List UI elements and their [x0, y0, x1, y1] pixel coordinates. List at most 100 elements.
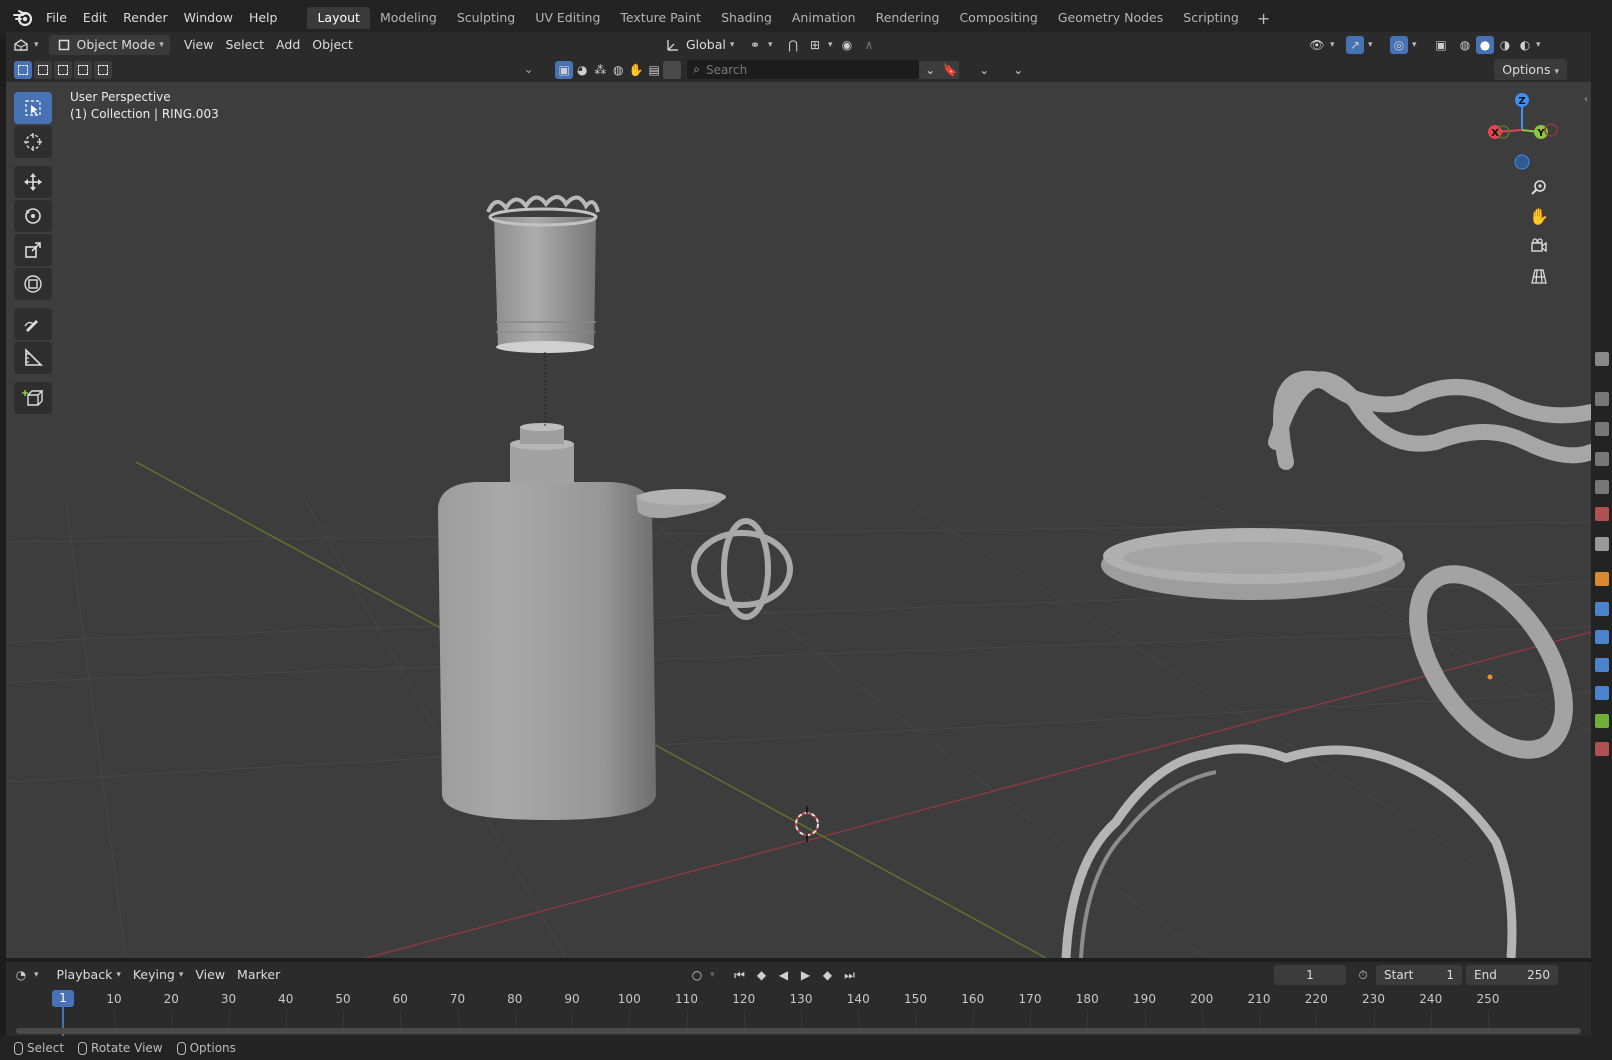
- mode-select[interactable]: Object Mode ▾: [48, 34, 170, 55]
- render-properties-icon[interactable]: [1595, 392, 1609, 406]
- knot-ring-object[interactable]: [691, 518, 793, 620]
- timeline-body[interactable]: 10 20 30 40 50 60 70 80 90 100 110 120 130 140 150 160 1…: [6, 988, 1591, 1036]
- wireframe-shading-icon[interactable]: ◍: [1456, 36, 1474, 54]
- pose-filter-icon[interactable]: ✋: [627, 61, 645, 79]
- snap-toggle[interactable]: ⋂ ⊞ ▾: [778, 35, 839, 55]
- modifier-properties-icon[interactable]: [1595, 602, 1609, 616]
- menu-edit[interactable]: Edit: [75, 0, 115, 36]
- tab-layout[interactable]: Layout: [307, 7, 370, 29]
- tab-shading[interactable]: Shading: [711, 7, 782, 29]
- object-properties-icon[interactable]: [1595, 572, 1609, 586]
- wavy-band-object[interactable]: [1061, 744, 1517, 958]
- menu-window[interactable]: Window: [176, 0, 241, 36]
- editor-type-button[interactable]: ▾: [6, 35, 45, 55]
- timeline-editor-type-button[interactable]: ◔ ▾: [6, 965, 45, 985]
- filter-dropdown-icon[interactable]: ⌄: [919, 60, 942, 79]
- tab-compositing[interactable]: Compositing: [949, 7, 1047, 29]
- visibility-select[interactable]: 👁 ▾: [1302, 35, 1341, 55]
- start-frame-field[interactable]: Start 1: [1376, 965, 1462, 985]
- chevron-down-icon[interactable]: ⌄: [524, 63, 533, 76]
- auto-keying-record-icon[interactable]: ○: [688, 966, 706, 984]
- world-properties-icon[interactable]: [1595, 507, 1609, 521]
- menu-file[interactable]: File: [38, 0, 75, 36]
- transform-orientation-select[interactable]: Global ▾: [658, 35, 740, 55]
- 3d-viewport[interactable]: User Perspective (1) Collection | RING.0…: [6, 82, 1591, 958]
- keying-menu[interactable]: Keying ▾: [127, 965, 190, 985]
- physics-properties-icon[interactable]: [1595, 658, 1609, 672]
- pivot-point-select[interactable]: ⚭ ▾: [740, 35, 779, 55]
- transform-tool-icon[interactable]: [14, 268, 52, 300]
- material-shading-icon[interactable]: ◑: [1496, 36, 1514, 54]
- gizmo-toggle[interactable]: ↗ ▾: [1340, 35, 1379, 55]
- world-filter-icon[interactable]: ◍: [609, 61, 627, 79]
- chevron-down-icon[interactable]: ▾: [1536, 35, 1541, 55]
- rotate-tool-icon[interactable]: [14, 200, 52, 232]
- jump-to-end-icon[interactable]: ⏭: [841, 966, 859, 984]
- jump-to-start-icon[interactable]: ⏮: [731, 966, 749, 984]
- play-icon[interactable]: ▶: [797, 966, 815, 984]
- chevron-down-icon[interactable]: ▾: [710, 970, 715, 980]
- menu-select[interactable]: Select: [219, 35, 270, 55]
- add-cube-tool-icon[interactable]: [14, 382, 52, 414]
- object-filter-icon[interactable]: ▣: [555, 60, 574, 79]
- menu-view[interactable]: View: [178, 35, 220, 55]
- select-box-tool-icon[interactable]: [14, 92, 52, 124]
- node-filter-icon[interactable]: ⁂: [591, 61, 609, 79]
- cursor-tool-icon[interactable]: [14, 126, 52, 158]
- tab-scripting[interactable]: Scripting: [1173, 7, 1249, 29]
- overlays-toggle[interactable]: ◎ ▾: [1384, 35, 1423, 55]
- jump-to-keyframe-back-icon[interactable]: ◆: [753, 966, 771, 984]
- scale-tool-icon[interactable]: [14, 234, 52, 266]
- sidebar-toggle-chevron-icon[interactable]: ‹: [1584, 94, 1588, 105]
- jump-to-keyframe-forward-icon[interactable]: ◆: [819, 966, 837, 984]
- zoom-view-icon[interactable]: [1525, 174, 1553, 202]
- flat-ring-object[interactable]: [1101, 528, 1405, 600]
- select-difference-icon[interactable]: [74, 60, 92, 79]
- material-filter-icon[interactable]: ◕: [573, 61, 591, 79]
- playhead-frame-label[interactable]: 1: [52, 990, 74, 1007]
- rendered-shading-icon[interactable]: ◐: [1516, 36, 1534, 54]
- collection-properties-icon[interactable]: [1595, 537, 1609, 551]
- tab-texture-paint[interactable]: Texture Paint: [610, 7, 711, 29]
- menu-render[interactable]: Render: [115, 0, 176, 36]
- tab-animation[interactable]: Animation: [782, 7, 866, 29]
- library-dropdown-icon[interactable]: ⌄: [975, 61, 993, 79]
- cap-object[interactable]: [486, 195, 600, 427]
- tab-geometry-nodes[interactable]: Geometry Nodes: [1048, 7, 1173, 29]
- ortho-toggle-grid-icon[interactable]: [1525, 262, 1553, 290]
- select-subtract-icon[interactable]: [54, 60, 72, 79]
- constraints-properties-icon[interactable]: [1595, 686, 1609, 700]
- scene-properties-icon[interactable]: [1595, 480, 1609, 494]
- twisted-ring-object[interactable]: [1268, 370, 1591, 470]
- output-properties-icon[interactable]: [1595, 422, 1609, 436]
- solid-shading-icon[interactable]: ●: [1476, 35, 1494, 54]
- select-intersect-icon[interactable]: [94, 60, 112, 79]
- view-layer-properties-icon[interactable]: [1595, 452, 1609, 466]
- camera-view-icon[interactable]: [1525, 232, 1553, 260]
- particles-properties-icon[interactable]: [1595, 630, 1609, 644]
- pan-view-icon[interactable]: ✋: [1525, 202, 1553, 230]
- measure-tool-icon[interactable]: [14, 342, 52, 374]
- catalog-dropdown-icon[interactable]: ⌄: [1009, 61, 1027, 79]
- tab-uv-editing[interactable]: UV Editing: [525, 7, 610, 29]
- options-button[interactable]: Options ▾: [1494, 59, 1567, 80]
- tab-rendering[interactable]: Rendering: [866, 7, 950, 29]
- timeline-view-menu[interactable]: View: [189, 965, 231, 985]
- timeline-scrollbar[interactable]: [16, 1028, 1581, 1034]
- timeline-marker-menu[interactable]: Marker: [231, 965, 286, 985]
- stopwatch-icon[interactable]: ⏱: [1354, 966, 1372, 984]
- current-frame-field[interactable]: 1: [1274, 965, 1346, 985]
- annotate-tool-icon[interactable]: [14, 308, 52, 340]
- playback-menu[interactable]: Playback ▾: [51, 965, 127, 985]
- select-new-icon[interactable]: [14, 60, 32, 79]
- blender-logo-icon[interactable]: [12, 7, 34, 29]
- filter-extra-icon[interactable]: [663, 60, 682, 79]
- move-tool-icon[interactable]: [14, 166, 52, 198]
- add-workspace-plus-icon[interactable]: +: [1249, 9, 1278, 28]
- tool-properties-icon[interactable]: [1595, 352, 1609, 366]
- menu-add[interactable]: Add: [270, 35, 306, 55]
- asset-search-input[interactable]: ⌕ Search: [687, 60, 920, 79]
- proportional-edit-toggle[interactable]: ◉ ∧: [832, 35, 884, 55]
- tab-sculpting[interactable]: Sculpting: [447, 7, 525, 29]
- data-properties-icon[interactable]: [1595, 714, 1609, 728]
